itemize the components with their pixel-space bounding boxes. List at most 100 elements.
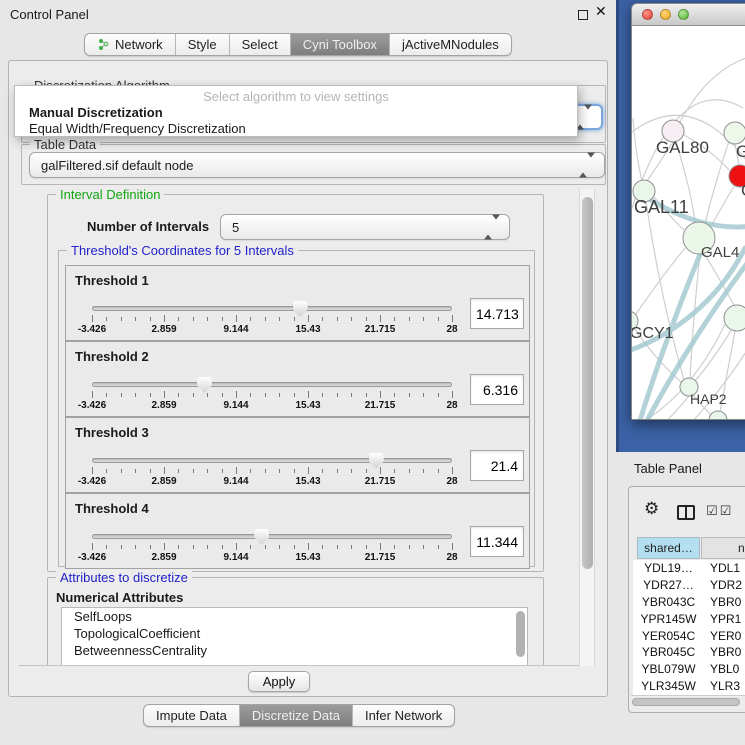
combo-arrows-icon (579, 158, 595, 173)
tick-label: 28 (446, 400, 457, 411)
control-panel-title: Control Panel (10, 7, 89, 22)
node-right-h (724, 305, 745, 331)
network-graph: GAL80 GA C GAL11 GAL4 GCY1 H HAP2 (632, 26, 745, 419)
cell-shared-name: YPR145W (633, 612, 704, 626)
list-item-topologicalcoefficient[interactable]: TopologicalCoefficient (62, 625, 527, 642)
interval-definition-title: Interval Definition (56, 189, 164, 201)
svg-text:GAL11: GAL11 (634, 197, 689, 217)
cell-shared-name: YDR27… (633, 578, 704, 592)
tab-cyni-toolbox[interactable]: Cyni Toolbox (290, 34, 389, 55)
tick-label: 2.859 (151, 324, 176, 335)
minimize-traffic-light-icon[interactable] (660, 9, 671, 20)
thresholds-group: Threshold's Coordinates for 5 Intervals … (58, 250, 535, 567)
bottom-tab-bar: Impute Data Discretize Data Infer Network (143, 704, 455, 727)
attributes-group-title: Attributes to discretize (56, 571, 192, 584)
tick-label: 28 (446, 552, 457, 563)
tick-label: -3.426 (78, 324, 106, 335)
table-row[interactable]: YBR043CYBR0 (633, 594, 745, 611)
slider-ticks (92, 315, 452, 323)
close-icon[interactable]: ✕ (595, 4, 607, 20)
threshold-panel: Threshold 2 -3.4262.8599.14415.4321.7152… (65, 341, 530, 417)
list-item-selfloops[interactable]: SelfLoops (62, 608, 527, 625)
tick-label: 2.859 (151, 400, 176, 411)
cell-name: YER0 (704, 629, 741, 643)
scrollbar-thumb[interactable] (632, 698, 740, 706)
float-window-icon[interactable] (578, 10, 588, 20)
slider-ticks (92, 543, 452, 551)
network-window-titlebar[interactable] (632, 4, 745, 26)
list-item-betweennesscentrality[interactable]: BetweennessCentrality (62, 642, 527, 659)
threshold-slider[interactable] (92, 306, 452, 311)
network-canvas[interactable]: GAL80 GA C GAL11 GAL4 GCY1 H HAP2 (632, 26, 745, 419)
cell-shared-name: YBL079W (633, 662, 704, 676)
threshold-slider[interactable] (92, 458, 452, 463)
threshold-2-value-field[interactable] (470, 374, 524, 405)
tab-select[interactable]: Select (229, 34, 290, 55)
threshold-slider[interactable] (92, 534, 452, 539)
table-row[interactable]: YBL079WYBL0 (633, 661, 745, 678)
tick-label: 28 (446, 476, 457, 487)
list-scrollbar[interactable] (516, 611, 525, 657)
table-panel-title: Table Panel (634, 461, 702, 476)
tab-impute-data[interactable]: Impute Data (144, 705, 239, 726)
threshold-3-value-field[interactable] (470, 450, 524, 481)
table-data-combo[interactable]: galFiltered.sif default node (29, 152, 605, 178)
table-row[interactable]: YER054CYER0 (633, 627, 745, 644)
threshold-label: Threshold 4 (75, 501, 149, 516)
tick-label: 15.43 (295, 400, 320, 411)
tab-label: Cyni Toolbox (303, 37, 377, 52)
threshold-panel: Threshold 4 -3.4262.8599.14415.4321.7152… (65, 493, 530, 569)
scrollbar-thumb[interactable] (582, 197, 593, 569)
cell-shared-name: YER054C (633, 629, 704, 643)
tick-label: 9.144 (223, 400, 248, 411)
interval-definition-group: Interval Definition Number of Intervals … (47, 194, 544, 572)
apply-button[interactable]: Apply (248, 671, 310, 692)
tab-label: Infer Network (365, 708, 442, 723)
tick-label: 21.715 (365, 476, 396, 487)
thresholds-group-title: Threshold's Coordinates for 5 Intervals (67, 244, 298, 257)
table-row[interactable]: YBR045CYBR0 (633, 644, 745, 661)
svg-text:GAL80: GAL80 (656, 138, 709, 157)
table-data-group-title: Table Data (30, 138, 100, 151)
cell-shared-name: YLR345W (633, 679, 704, 693)
svg-text:GCY1: GCY1 (632, 325, 674, 342)
number-of-intervals-value: 5 (232, 220, 239, 235)
tick-label: 2.859 (151, 552, 176, 563)
table-row[interactable]: YPR145WYPR1 (633, 610, 745, 627)
table-row[interactable]: YLR345WYLR3 (633, 678, 745, 695)
threshold-label: Threshold 2 (75, 349, 149, 364)
number-of-intervals-label: Number of Intervals (87, 219, 209, 234)
threshold-slider[interactable] (92, 382, 452, 387)
tick-label: 9.144 (223, 552, 248, 563)
dropdown-item-equal-width-frequency[interactable]: Equal Width/Frequency Discretization (29, 121, 246, 136)
table-panel: ⚙ ☑☑ shared… n YDL19…YDL1YDR27…YDR2YBR04… (628, 486, 745, 713)
tick-label: 15.43 (295, 324, 320, 335)
threshold-4-value-field[interactable] (470, 526, 524, 557)
table-row[interactable]: YDL19…YDL1 (633, 560, 745, 577)
tab-style[interactable]: Style (175, 34, 229, 55)
close-traffic-light-icon[interactable] (642, 9, 653, 20)
tab-label: Discretize Data (252, 708, 340, 723)
svg-text:C: C (741, 181, 745, 200)
gear-icon[interactable]: ⚙ (644, 501, 659, 518)
threshold-1-value-field[interactable] (470, 298, 524, 329)
column-header-name[interactable]: n (701, 537, 745, 559)
cell-name: YBR0 (704, 595, 741, 609)
split-columns-icon[interactable] (677, 505, 695, 520)
horizontal-scrollbar[interactable] (631, 695, 745, 708)
slider-tick-labels: -3.4262.8599.14415.4321.71528 (92, 400, 452, 411)
threshold-panel: Threshold 1 -3.4262.8599.14415.4321.7152… (65, 265, 530, 341)
tab-discretize-data[interactable]: Discretize Data (239, 705, 352, 726)
zoom-traffic-light-icon[interactable] (678, 9, 689, 20)
tab-jactivemnodules[interactable]: jActiveMNodules (389, 34, 511, 55)
dropdown-item-manual-discretization[interactable]: Manual Discretization (29, 105, 163, 120)
number-of-intervals-combo[interactable]: 5 (220, 214, 510, 240)
table-row[interactable]: YDR27…YDR2 (633, 577, 745, 594)
column-header-shared-name[interactable]: shared… (637, 537, 700, 559)
tab-infer-network[interactable]: Infer Network (352, 705, 454, 726)
select-columns-icon[interactable]: ☑☑ (706, 504, 733, 519)
vertical-scrollbar[interactable] (579, 189, 595, 666)
tab-network[interactable]: Network (85, 34, 175, 55)
network-window[interactable]: GAL80 GA C GAL11 GAL4 GCY1 H HAP2 (631, 3, 745, 420)
algorithm-dropdown-popup: Select algorithm to view settings Manual… (14, 85, 578, 137)
